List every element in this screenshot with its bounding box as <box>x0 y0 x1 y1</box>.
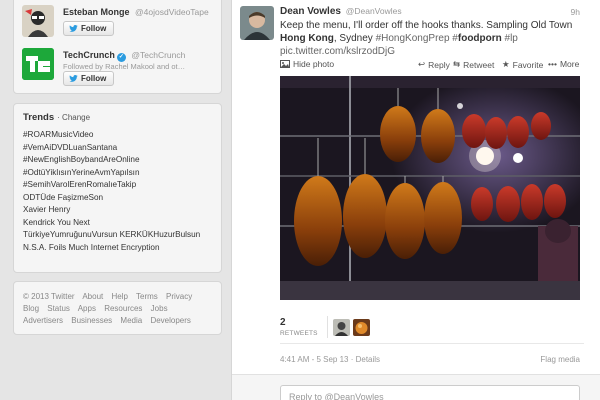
footer-line: Blog Status Apps Resources Jobs <box>23 303 212 315</box>
avatar[interactable] <box>22 5 54 37</box>
who-to-follow-card: Esteban Monge @4ojosdVideoTape Follow Te… <box>13 0 222 94</box>
tweet-text-segment: Keep the menu, I'll order off the hooks … <box>280 20 573 31</box>
trend-item[interactable]: #ROARMusicVideo <box>23 129 212 142</box>
user-name-text[interactable]: TechCrunch <box>63 50 115 60</box>
footer-link-status[interactable]: Status <box>47 304 70 313</box>
retweeter-avatar[interactable] <box>353 319 370 336</box>
retweet-count[interactable]: 2 <box>280 317 286 328</box>
retweets-label: RETWEETS <box>280 330 318 337</box>
footer-link-about[interactable]: About <box>82 292 103 301</box>
followed-by-text: Followed by Rachel Makool and ot… <box>63 62 186 71</box>
twitter-bird-icon <box>69 25 78 32</box>
follow-button[interactable]: Follow <box>63 71 115 86</box>
trend-item[interactable]: Xavier Henry <box>23 204 212 217</box>
avatar[interactable] <box>240 6 274 40</box>
trend-item[interactable]: #SemihVarolErenRomalıeTakip <box>23 179 212 192</box>
more-label: More <box>559 59 580 69</box>
retweet-divider <box>327 316 328 338</box>
footer-link-advertisers[interactable]: Advertisers <box>23 316 63 325</box>
hide-photo-button[interactable]: Hide photo <box>280 59 334 69</box>
reply-button[interactable]: ↩ Reply <box>418 59 450 70</box>
trend-item[interactable]: TürkiyeYumruğunuVursun KERKÜKHuzurBulsun <box>23 229 212 242</box>
retweet-button[interactable]: ⇆ Retweet <box>453 59 494 70</box>
twitter-bird-icon <box>69 75 78 82</box>
flag-media-link[interactable]: Flag media <box>540 355 580 364</box>
tweet-text: Keep the menu, I'll order off the hooks … <box>280 19 590 58</box>
user-handle: @TechCrunch <box>131 50 186 60</box>
trend-item[interactable]: Kendrick You Next <box>23 217 212 230</box>
tweet-text-segment: , Sydney <box>333 33 376 44</box>
tweet-author[interactable]: Dean Vowles @DeanVowles <box>280 6 402 17</box>
footer-link-businesses[interactable]: Businesses <box>71 316 112 325</box>
user-handle: @4ojosdVideoTape <box>135 7 209 17</box>
verified-badge-icon: ✓ <box>116 53 126 62</box>
favorite-label: Favorite <box>512 59 544 70</box>
footer-link-resources[interactable]: Resources <box>104 304 142 313</box>
pic-link[interactable]: pic.twitter.com/kslrzodDjG <box>280 46 395 57</box>
photo-icon <box>280 60 290 68</box>
tweet-meta[interactable]: 4:41 AM - 5 Sep 13 · Details <box>280 355 380 364</box>
retweeter-avatar[interactable] <box>333 319 350 336</box>
footer-link-terms[interactable]: Terms <box>136 292 158 301</box>
hashtag-link-bold[interactable]: foodporn <box>458 33 502 44</box>
author-handle: @DeanVowles <box>345 6 402 16</box>
trends-card: Trends · Change #ROARMusicVideo #VemAiDVD… <box>13 103 222 273</box>
hashtag-link[interactable]: # <box>450 33 458 44</box>
footer-link-help[interactable]: Help <box>111 292 127 301</box>
trend-item[interactable]: #NewEnglishBoybandAreOnline <box>23 154 212 167</box>
suggested-user-esteban: Esteban Monge @4ojosdVideoTape Follow <box>22 5 217 43</box>
hide-photo-label: Hide photo <box>293 59 335 69</box>
tweet-actions: Hide photo ↩ Reply ⇆ Retweet ★ Favorite … <box>280 59 584 71</box>
footer-card: © 2013 Twitter About Help Terms Privacy … <box>13 281 222 335</box>
footer-link-privacy[interactable]: Privacy <box>166 292 192 301</box>
footer-link-blog[interactable]: Blog <box>23 304 39 313</box>
suggested-user-techcrunch: TechCrunch ✓ @TechCrunch Followed by Rach… <box>22 48 217 86</box>
follow-button[interactable]: Follow <box>63 21 115 36</box>
footer-link-jobs[interactable]: Jobs <box>151 304 168 313</box>
footer-copyright: © 2013 Twitter <box>23 292 75 301</box>
hashtag-link[interactable]: #lp <box>502 33 518 44</box>
reply-icon: ↩ <box>418 59 426 69</box>
more-dots-icon: ••• <box>548 59 557 69</box>
trends-title: Trends <box>23 112 55 123</box>
follow-label: Follow <box>81 24 107 33</box>
footer-line: Advertisers Businesses Media Developers <box>23 315 212 327</box>
trend-item[interactable]: #OdtüYiklısınYerineAvmYapılsın <box>23 167 212 180</box>
footer-link-media[interactable]: Media <box>120 316 142 325</box>
tweet-timestamp[interactable]: 9h <box>571 7 580 17</box>
star-icon: ★ <box>502 59 510 69</box>
hashtag-link[interactable]: #HongKongPrep <box>376 33 450 44</box>
footer-link-apps[interactable]: Apps <box>78 304 96 313</box>
retweet-icon: ⇆ <box>453 59 461 69</box>
favorite-button[interactable]: ★ Favorite <box>502 59 543 70</box>
author-name[interactable]: Dean Vowles <box>280 6 341 17</box>
footer-link-developers[interactable]: Developers <box>150 316 190 325</box>
left-column: Esteban Monge @4ojosdVideoTape Follow Te… <box>0 0 228 400</box>
user-name[interactable]: TechCrunch ✓ @TechCrunch <box>63 50 185 62</box>
trends-header: Trends · Change <box>23 112 212 123</box>
follow-label: Follow <box>81 74 107 83</box>
tweet-photo[interactable] <box>280 76 580 300</box>
reply-label: Reply <box>428 59 450 70</box>
tweet-text-bold: Hong Kong <box>280 33 334 44</box>
trends-change-link[interactable]: · Change <box>57 113 90 122</box>
trend-item[interactable]: #VemAiDVDLuanSantana <box>23 142 212 155</box>
tweet-detail: Dean Vowles @DeanVowles 9h Keep the menu… <box>231 0 600 400</box>
reply-area: Reply to @DeanVowles <box>232 374 600 400</box>
divider <box>280 343 584 344</box>
retweet-label: Retweet <box>463 59 495 70</box>
user-name-text[interactable]: Esteban Monge <box>63 7 130 17</box>
user-name[interactable]: Esteban Monge @4ojosdVideoTape <box>63 7 209 17</box>
trends-list: #ROARMusicVideo #VemAiDVDLuanSantana #Ne… <box>23 129 212 254</box>
reply-input[interactable]: Reply to @DeanVowles <box>280 385 580 400</box>
trend-item[interactable]: N.S.A. Foils Much Internet Encryption <box>23 242 212 255</box>
trend-item[interactable]: ODTÜde FaşizmeSon <box>23 192 212 205</box>
techcrunch-logo[interactable] <box>22 48 54 80</box>
footer-line: © 2013 Twitter About Help Terms Privacy <box>23 291 212 303</box>
more-button[interactable]: ••• More <box>548 59 579 69</box>
